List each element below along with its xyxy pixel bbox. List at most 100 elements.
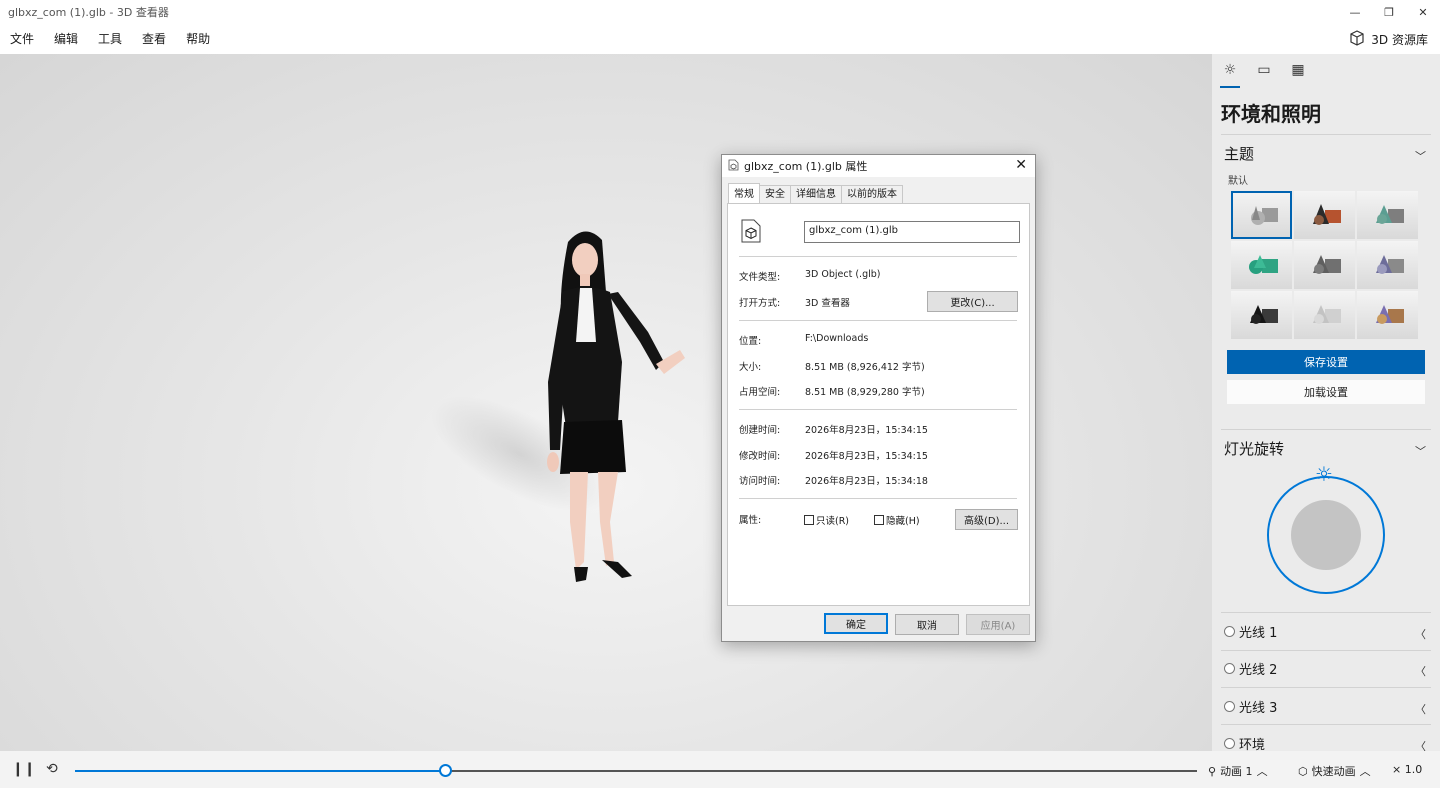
timeline-thumb[interactable] — [439, 764, 453, 777]
cancel-button[interactable]: 取消 — [895, 614, 959, 635]
light-3-row[interactable]: 光线 3 — [1224, 697, 1277, 716]
light-rotation-heading[interactable]: 灯光旋转 — [1224, 438, 1284, 459]
light-3-label: 光线 3 — [1239, 701, 1278, 716]
3d-viewport[interactable]: glbxz_com (1).glb 属性 ✕ 常规 安全 详细信息 以前的版本 … — [0, 54, 1212, 751]
divider — [1221, 724, 1431, 725]
animation-timeline[interactable] — [75, 770, 1197, 772]
file-icon — [728, 159, 739, 174]
filename-input[interactable]: glbxz_com (1).glb — [804, 221, 1020, 243]
tab-general[interactable]: 常规 — [728, 183, 760, 203]
chevron-down-icon[interactable]: ﹀ — [1415, 148, 1426, 164]
ambient-radio[interactable] — [1224, 738, 1235, 749]
menu-file[interactable]: 文件 — [0, 24, 44, 54]
theme-thumbnail[interactable] — [1294, 241, 1355, 289]
3d-model-woman[interactable] — [530, 222, 690, 606]
divider — [739, 498, 1017, 499]
pause-icon[interactable]: ❙❙ — [12, 761, 35, 777]
theme-heading[interactable]: 主题 — [1224, 143, 1254, 164]
size-on-disk-label: 占用空间: — [739, 387, 781, 398]
dialog-title: glbxz_com (1).glb 属性 — [744, 160, 868, 173]
properties-dialog: glbxz_com (1).glb 属性 ✕ 常规 安全 详细信息 以前的版本 … — [721, 154, 1036, 642]
loop-icon[interactable]: ⟲ — [46, 761, 58, 777]
divider — [739, 409, 1017, 410]
chevron-left-icon[interactable]: 〈 — [1415, 738, 1426, 751]
theme-thumbnail[interactable] — [1231, 241, 1292, 289]
menu-edit[interactable]: 编辑 — [44, 24, 88, 54]
tab-stats[interactable]: ▭ — [1254, 62, 1274, 88]
checkbox-box[interactable] — [804, 515, 814, 525]
theme-thumbnail[interactable] — [1294, 191, 1355, 239]
chevron-left-icon[interactable]: 〈 — [1415, 663, 1426, 679]
cube-icon — [1349, 29, 1365, 49]
theme-thumbnail[interactable] — [1357, 191, 1418, 239]
tab-security[interactable]: 安全 — [759, 185, 791, 203]
checkbox-box[interactable] — [874, 515, 884, 525]
open-with-label: 打开方式: — [739, 298, 781, 309]
sun-icon: ☼ — [1223, 62, 1237, 78]
accessed-value: 2026年8月23日，15:34:18 — [805, 476, 928, 487]
light-2-radio[interactable] — [1224, 663, 1235, 674]
light-rotation-knob[interactable] — [1291, 500, 1361, 570]
dialog-close-button[interactable]: ✕ — [1015, 157, 1027, 173]
save-settings-button[interactable]: 保存设置 — [1227, 350, 1425, 374]
theme-thumbnail[interactable] — [1294, 291, 1355, 339]
chevron-left-icon[interactable]: 〈 — [1415, 701, 1426, 717]
hidden-checkbox[interactable]: 隐藏(H) — [874, 513, 920, 527]
divider — [1221, 650, 1431, 651]
modified-label: 修改时间: — [739, 451, 781, 462]
attributes-label: 属性: — [739, 515, 762, 526]
tab-grid[interactable]: ▦ — [1288, 62, 1308, 88]
location-label: 位置: — [739, 336, 762, 347]
chevron-up-icon: ︿ — [1256, 765, 1268, 778]
divider — [739, 320, 1017, 321]
theme-thumbnail[interactable] — [1231, 191, 1292, 239]
theme-thumbnail[interactable] — [1231, 291, 1292, 339]
theme-default-label: 默认 — [1228, 176, 1248, 187]
chevron-up-icon: ︿ — [1359, 765, 1371, 778]
created-label: 创建时间: — [739, 425, 781, 436]
tab-lighting[interactable]: ☼ — [1220, 62, 1240, 88]
animation-bar: ❙❙ ⟲ ⚲ 动画 1 ︿ ⬡ 快速动画 ︿ × 1.0 — [0, 751, 1440, 788]
ok-button[interactable]: 确定 — [824, 613, 888, 634]
timeline-progress — [75, 770, 446, 772]
light-2-row[interactable]: 光线 2 — [1224, 659, 1277, 678]
window-controls: — ❐ ✕ — [1338, 0, 1440, 24]
minimize-button[interactable]: — — [1338, 0, 1372, 24]
menu-view[interactable]: 查看 — [132, 24, 176, 54]
tab-previous-versions[interactable]: 以前的版本 — [841, 185, 903, 203]
close-button[interactable]: ✕ — [1406, 0, 1440, 24]
dialog-tabs: 常规 安全 详细信息 以前的版本 — [728, 183, 1035, 203]
theme-thumbnail[interactable] — [1357, 241, 1418, 289]
apply-button[interactable]: 应用(A) — [966, 614, 1030, 635]
3d-library-button[interactable]: 3D 资源库 — [1349, 24, 1428, 54]
light-1-radio[interactable] — [1224, 626, 1235, 637]
restore-button[interactable]: ❐ — [1372, 0, 1406, 24]
light-rotation-dial[interactable] — [1267, 476, 1385, 594]
file-type-value: 3D Object (.glb) — [805, 269, 881, 280]
light-1-row[interactable]: 光线 1 — [1224, 622, 1277, 641]
animation-selector[interactable]: ⚲ 动画 1 ︿ — [1208, 763, 1268, 779]
accessed-label: 访问时间: — [739, 476, 781, 487]
chevron-left-icon[interactable]: 〈 — [1415, 626, 1426, 642]
theme-thumbnail[interactable] — [1357, 291, 1418, 339]
chevron-down-icon[interactable]: ﹀ — [1415, 443, 1426, 459]
readonly-checkbox[interactable]: 只读(R) — [804, 513, 849, 527]
grid-icon: ▦ — [1291, 62, 1305, 78]
environment-panel: ☼ ▭ ▦ 环境和照明 主题 ﹀ 默认 保存设置 加载设置 灯光旋转 ﹀ ☼ 光… — [1212, 54, 1440, 751]
playback-speed[interactable]: × 1.0 — [1392, 763, 1422, 776]
advanced-button[interactable]: 高级(D)... — [955, 509, 1018, 530]
3d-library-label: 3D 资源库 — [1371, 32, 1428, 47]
quick-animation-selector[interactable]: ⬡ 快速动画 ︿ — [1298, 763, 1371, 779]
light-3-radio[interactable] — [1224, 701, 1235, 712]
load-settings-button[interactable]: 加载设置 — [1227, 380, 1425, 404]
change-button[interactable]: 更改(C)... — [927, 291, 1018, 312]
divider — [1221, 429, 1431, 430]
ambient-row[interactable]: 环境 — [1224, 734, 1265, 751]
speed-label: × 1.0 — [1392, 763, 1423, 776]
light-2-label: 光线 2 — [1239, 663, 1278, 678]
tab-details[interactable]: 详细信息 — [790, 185, 842, 203]
menu-help[interactable]: 帮助 — [176, 24, 220, 54]
panel-title: 环境和照明 — [1221, 102, 1321, 126]
menu-tools[interactable]: 工具 — [88, 24, 132, 54]
3d-object-icon — [740, 218, 762, 248]
